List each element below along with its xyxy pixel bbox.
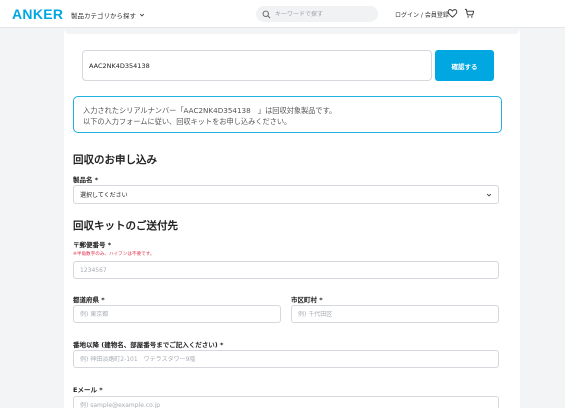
city-input[interactable] <box>298 310 498 318</box>
prefecture-input[interactable] <box>80 310 280 318</box>
search-input[interactable] <box>275 10 371 18</box>
email-label: Eメール * <box>73 386 103 394</box>
postal-code-hint: ※半角数字のみ、ハイフンは不要です。 <box>73 252 155 257</box>
postal-code-label: 〒郵便番号 * <box>73 241 112 249</box>
serial-number-field[interactable] <box>82 50 432 81</box>
anker-logo[interactable]: ANKER <box>12 6 63 22</box>
address-label: 番地以降 (建物名、部屋番号までご記入ください) * <box>73 341 224 349</box>
confirm-button[interactable]: 確認する <box>435 50 494 81</box>
login-register-link[interactable]: ログイン / 会員登録 <box>395 10 449 19</box>
search-icon[interactable] <box>262 10 271 19</box>
email-field[interactable] <box>73 396 499 408</box>
search-bar[interactable] <box>256 6 378 22</box>
category-menu[interactable]: 製品カテゴリから探す <box>71 10 145 20</box>
chevron-down-icon <box>139 13 145 17</box>
product-select[interactable]: 選択してください <box>73 185 499 204</box>
chevron-down-icon <box>486 193 492 196</box>
address-input[interactable] <box>80 355 498 363</box>
product-name-label: 製品名 * <box>73 176 99 184</box>
postal-code-input[interactable] <box>80 266 498 274</box>
prefecture-label: 都道府県 * <box>73 296 105 304</box>
city-label: 市区町村 * <box>291 296 323 304</box>
cart-icon[interactable] <box>464 8 475 19</box>
shipping-section-title: 回収キットのご送付先 <box>73 220 178 232</box>
category-menu-label: 製品カテゴリから探す <box>71 12 136 20</box>
city-field[interactable] <box>291 305 499 323</box>
recall-form-card: 確認する 入力されたシリアルナンバー「AAC2NK4D354138 」は回収対象… <box>64 28 520 408</box>
serial-number-input[interactable] <box>89 61 431 70</box>
postal-code-field[interactable] <box>73 261 499 279</box>
notice-line-2: 以下の入力フォームに従い、回収キットをお申し込みください。 <box>83 117 292 126</box>
notice-line-1: 入力されたシリアルナンバー「AAC2NK4D354138 」は回収対象製品です。 <box>83 106 337 115</box>
heart-icon[interactable] <box>447 8 458 19</box>
application-section-title: 回収のお申し込み <box>73 154 157 166</box>
previous-section-edge <box>64 28 520 34</box>
address-field[interactable] <box>73 350 499 368</box>
product-select-value: 選択してください <box>80 192 128 199</box>
recall-notice: 入力されたシリアルナンバー「AAC2NK4D354138 」は回収対象製品です。… <box>73 96 502 133</box>
site-header: ANKER 製品カテゴリから探す ログイン / 会員登録 <box>0 0 565 28</box>
email-input[interactable] <box>80 401 498 408</box>
prefecture-field[interactable] <box>73 305 281 323</box>
